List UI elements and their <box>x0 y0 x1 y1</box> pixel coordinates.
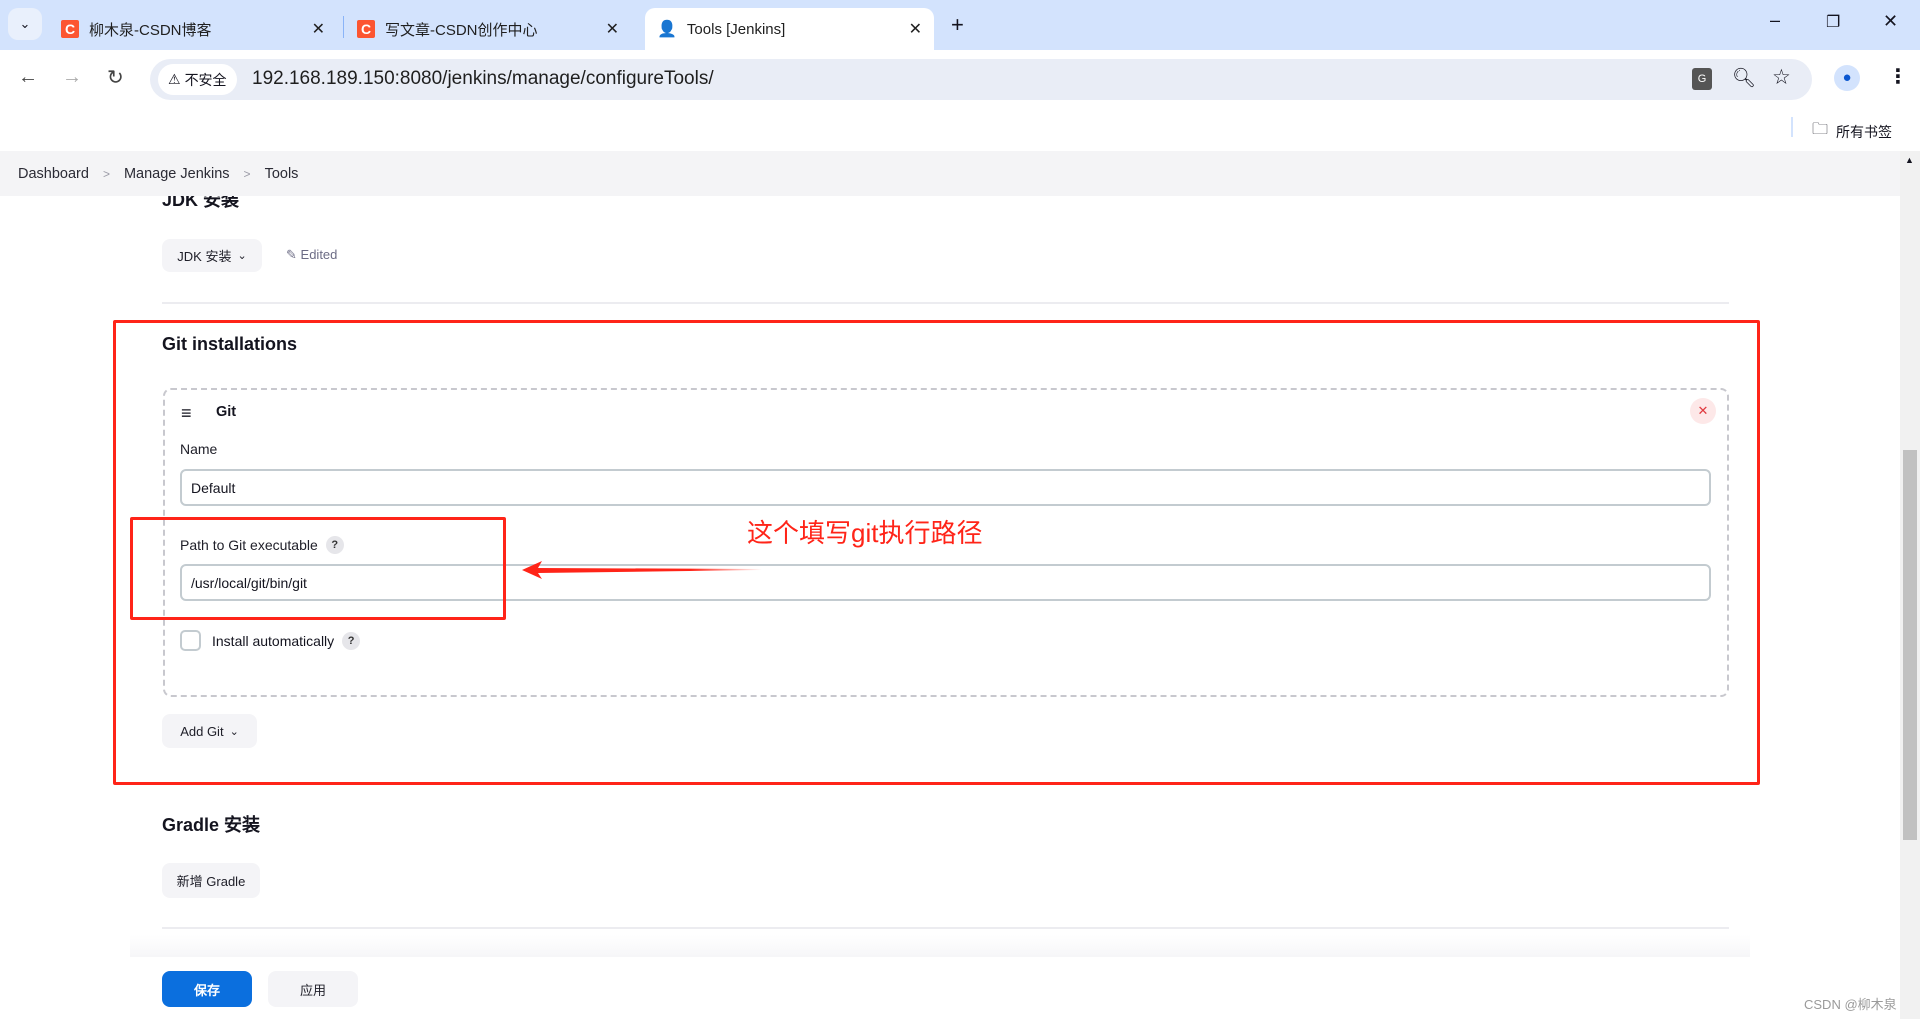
gradle-heading: Gradle 安装 <box>162 815 261 835</box>
close-tab-icon[interactable]: ✕ <box>909 19 922 39</box>
chevron-right-icon: > <box>243 166 251 181</box>
tab-csdn-blog[interactable]: C 柳木泉-CSDN博客 ✕ <box>55 8 337 50</box>
reload-icon[interactable]: ↻ <box>107 65 124 90</box>
menu-icon[interactable]: ⋮ <box>1888 64 1908 89</box>
section-divider <box>162 927 1729 929</box>
all-bookmarks[interactable]: 🗀 所有书签 <box>1812 118 1892 145</box>
address-bar[interactable]: ⚠ 不安全 192.168.189.150:8080/jenkins/manag… <box>150 59 1812 100</box>
close-tab-icon[interactable]: ✕ <box>606 19 619 39</box>
close-tab-icon[interactable]: ✕ <box>312 19 325 39</box>
breadcrumb-dashboard[interactable]: Dashboard <box>18 166 89 182</box>
tab-jenkins-tools[interactable]: 👤 Tools [Jenkins] ✕ <box>645 8 934 50</box>
watermark: CSDN @柳木泉 <box>1804 997 1897 1012</box>
jdk-install-dropdown[interactable]: JDK 安装 ⌄ <box>162 239 262 272</box>
new-tab-button[interactable]: + <box>951 12 964 38</box>
folder-icon: 🗀 <box>1812 121 1829 138</box>
breadcrumb-manage-jenkins[interactable]: Manage Jenkins <box>124 166 230 182</box>
section-divider <box>162 302 1729 304</box>
jdk-button-label: JDK 安装 <box>177 249 232 264</box>
translate-icon[interactable]: G <box>1692 68 1712 90</box>
csdn-icon: C <box>357 20 375 38</box>
warning-icon: ⚠ <box>168 71 181 87</box>
annotation-text: 这个填写git执行路径 <box>747 518 983 548</box>
zoom-icon[interactable]: 🔍︎ <box>1732 66 1756 90</box>
breadcrumb-tools[interactable]: Tools <box>265 166 299 182</box>
annotation-box-path <box>130 517 506 620</box>
save-button[interactable]: 保存 <box>162 971 252 1007</box>
tab-title: Tools [Jenkins] <box>686 20 786 38</box>
profile-avatar[interactable]: ● <box>1834 65 1860 91</box>
tab-search-button[interactable]: ⌄ <box>8 8 42 40</box>
security-label: 不安全 <box>184 71 227 88</box>
tab-csdn-write[interactable]: C 写文章-CSDN创作中心 ✕ <box>351 8 631 50</box>
security-chip[interactable]: ⚠ 不安全 <box>158 64 237 95</box>
apply-button[interactable]: 应用 <box>268 971 358 1007</box>
bottom-bar-shadow <box>130 935 1750 957</box>
tab-title: 柳木泉-CSDN博客 <box>89 21 212 39</box>
csdn-icon: C <box>61 20 79 38</box>
tab-title: 写文章-CSDN创作中心 <box>385 21 538 39</box>
close-window-button[interactable]: ✕ <box>1883 11 1898 32</box>
edited-indicator: ✎ Edited <box>286 247 337 263</box>
bookmarks-bar: 🗀 所有书签 <box>0 108 1920 151</box>
edited-label: Edited <box>300 247 338 262</box>
chevron-down-icon: ⌄ <box>237 250 247 262</box>
breadcrumb: Dashboard > Manage Jenkins > Tools <box>0 151 1900 196</box>
forward-icon[interactable]: → <box>62 66 82 89</box>
restore-button[interactable]: ❐ <box>1826 12 1840 32</box>
annotation-arrow <box>522 561 762 579</box>
minimize-button[interactable]: – <box>1770 10 1780 31</box>
tab-bar: ⌄ C 柳木泉-CSDN博客 ✕ C 写文章-CSDN创作中心 ✕ 👤 Tool… <box>0 0 1920 50</box>
all-bookmarks-label: 所有书签 <box>1836 123 1893 140</box>
url-text[interactable]: 192.168.189.150:8080/jenkins/manage/conf… <box>252 68 714 90</box>
jenkins-icon: 👤 <box>657 21 677 38</box>
back-icon[interactable]: ← <box>18 66 38 89</box>
add-gradle-button[interactable]: 新增 Gradle <box>162 863 260 898</box>
pencil-icon: ✎ <box>286 247 297 262</box>
scroll-up-arrow[interactable]: ▲ <box>1905 155 1914 165</box>
bookmark-star-icon[interactable]: ☆ <box>1772 65 1791 90</box>
chevron-right-icon: > <box>102 166 110 181</box>
scrollbar-thumb[interactable] <box>1903 450 1917 840</box>
